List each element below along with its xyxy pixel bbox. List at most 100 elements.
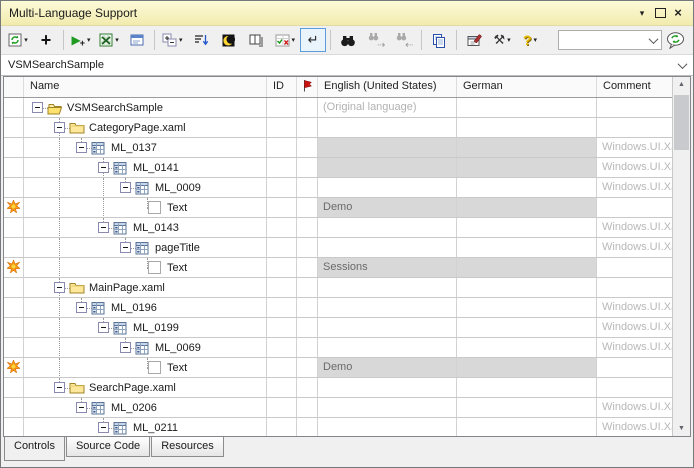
feedback-button[interactable] — [662, 28, 688, 52]
window-position-button[interactable]: ▾ — [633, 4, 651, 22]
header-english[interactable]: English (United States) — [318, 77, 457, 97]
fit-columns-button[interactable] — [244, 28, 270, 52]
vertical-scrollbar[interactable]: ▲ ▼ — [672, 77, 690, 436]
project-selector-combobox[interactable]: VSMSearchSample — [1, 55, 693, 76]
translate-checkbox[interactable] — [148, 201, 161, 214]
scrollbar-track[interactable] — [673, 92, 690, 421]
cell-comment[interactable]: Windows.UI.Xa — [597, 418, 672, 436]
cell-german[interactable] — [457, 218, 597, 237]
cell-comment[interactable] — [597, 358, 672, 377]
cell-english[interactable]: Sessions — [318, 258, 457, 277]
titlebar[interactable]: Multi-Language Support ▾ × — [1, 1, 693, 26]
cell-english[interactable] — [318, 398, 457, 417]
cell-english[interactable] — [318, 418, 457, 436]
toggle-culture-button[interactable] — [216, 28, 242, 52]
language-filter-combobox[interactable] — [558, 30, 662, 50]
node-label[interactable]: ML_0143 — [133, 222, 179, 234]
word-wrap-button[interactable]: ↵ — [300, 28, 326, 52]
scroll-up-button[interactable]: ▲ — [673, 77, 690, 92]
properties-window-button[interactable] — [124, 28, 150, 52]
refresh-translations-button[interactable]: ▾ — [5, 28, 31, 52]
cell-german[interactable] — [457, 298, 597, 317]
collapse-toggle[interactable] — [32, 102, 43, 113]
collapse-toggle[interactable] — [54, 382, 65, 393]
collapse-toggle[interactable] — [98, 322, 109, 333]
header-flag[interactable] — [297, 77, 318, 97]
header-german[interactable]: German — [457, 77, 597, 97]
node-label[interactable]: Text — [167, 262, 187, 274]
cell-english[interactable] — [318, 238, 457, 257]
node-label[interactable]: ML_0137 — [111, 142, 157, 154]
copy-button[interactable] — [426, 28, 452, 52]
validate-cells-button[interactable]: ▾ — [272, 28, 299, 52]
cell-german[interactable] — [457, 158, 597, 177]
cell-german[interactable] — [457, 418, 597, 436]
cell-german[interactable] — [457, 338, 597, 357]
cell-comment[interactable]: Windows.UI.Xa — [597, 318, 672, 337]
collapse-toggle[interactable] — [98, 222, 109, 233]
translate-checkbox[interactable] — [148, 361, 161, 374]
cell-german[interactable] — [457, 118, 597, 137]
tab-source-code[interactable]: Source Code — [66, 437, 150, 457]
cell-german[interactable] — [457, 198, 597, 217]
add-language-button[interactable]: + — [33, 28, 59, 52]
cell-german[interactable] — [457, 258, 597, 277]
node-label[interactable]: Text — [167, 362, 187, 374]
cell-comment[interactable] — [597, 118, 672, 137]
cell-comment[interactable]: Windows.UI.Xa — [597, 178, 672, 197]
translate-button[interactable]: ▶+▾ — [68, 28, 94, 52]
cell-comment[interactable]: Windows.UI.Xa — [597, 238, 672, 257]
cell-comment[interactable]: Windows.UI.Xa — [597, 138, 672, 157]
cell-german[interactable] — [457, 178, 597, 197]
sort-rows-button[interactable] — [188, 28, 214, 52]
header-id[interactable]: ID — [267, 77, 297, 97]
collapse-toggle[interactable] — [120, 242, 131, 253]
cell-english[interactable] — [318, 138, 457, 157]
collapse-toggle[interactable] — [76, 142, 87, 153]
scroll-down-button[interactable]: ▼ — [673, 421, 690, 436]
node-label[interactable]: SearchPage.xaml — [89, 382, 176, 394]
cell-english[interactable] — [318, 378, 457, 397]
collapse-toggle[interactable] — [98, 422, 109, 433]
tab-resources[interactable]: Resources — [151, 437, 224, 457]
cell-comment[interactable]: Windows.UI.Xa — [597, 398, 672, 417]
collapse-toggle[interactable] — [54, 282, 65, 293]
cell-german[interactable] — [457, 138, 597, 157]
cell-german[interactable] — [457, 378, 597, 397]
collapse-toggle[interactable] — [98, 162, 109, 173]
node-label[interactable]: pageTitle — [155, 242, 200, 254]
cell-german[interactable] — [457, 98, 597, 117]
edit-properties-button[interactable] — [461, 28, 487, 52]
find-button[interactable] — [335, 28, 361, 52]
node-label[interactable]: MainPage.xaml — [89, 282, 165, 294]
node-label[interactable]: ML_0196 — [111, 302, 157, 314]
cell-english[interactable] — [318, 278, 457, 297]
cell-english[interactable]: (Original language) — [318, 98, 457, 117]
cell-comment[interactable] — [597, 378, 672, 397]
cell-english[interactable] — [318, 178, 457, 197]
cell-english[interactable] — [318, 298, 457, 317]
cell-comment[interactable]: Windows.UI.Xa — [597, 298, 672, 317]
help-button[interactable]: ?▾ — [517, 28, 543, 52]
expand-collapse-button[interactable]: ▾ — [159, 28, 186, 52]
node-label[interactable]: VSMSearchSample — [67, 102, 163, 114]
export-excel-button[interactable]: ▾ — [96, 28, 122, 52]
cell-english[interactable] — [318, 338, 457, 357]
maximize-button[interactable] — [651, 4, 669, 22]
cell-english[interactable] — [318, 318, 457, 337]
cell-german[interactable] — [457, 318, 597, 337]
cell-comment[interactable]: Windows.UI.Xa — [597, 338, 672, 357]
cell-german[interactable] — [457, 278, 597, 297]
cell-english[interactable] — [318, 118, 457, 137]
node-label[interactable]: ML_0069 — [155, 342, 201, 354]
cell-comment[interactable] — [597, 258, 672, 277]
node-label[interactable]: ML_0141 — [133, 162, 179, 174]
cell-english[interactable]: Demo — [318, 358, 457, 377]
tab-controls[interactable]: Controls — [4, 437, 65, 461]
tools-button[interactable]: ⚒▾ — [489, 28, 515, 52]
translate-checkbox[interactable] — [148, 261, 161, 274]
cell-comment[interactable]: Windows.UI.Xa — [597, 218, 672, 237]
scrollbar-thumb[interactable] — [674, 95, 689, 150]
cell-english[interactable] — [318, 158, 457, 177]
node-label[interactable]: ML_0009 — [155, 182, 201, 194]
